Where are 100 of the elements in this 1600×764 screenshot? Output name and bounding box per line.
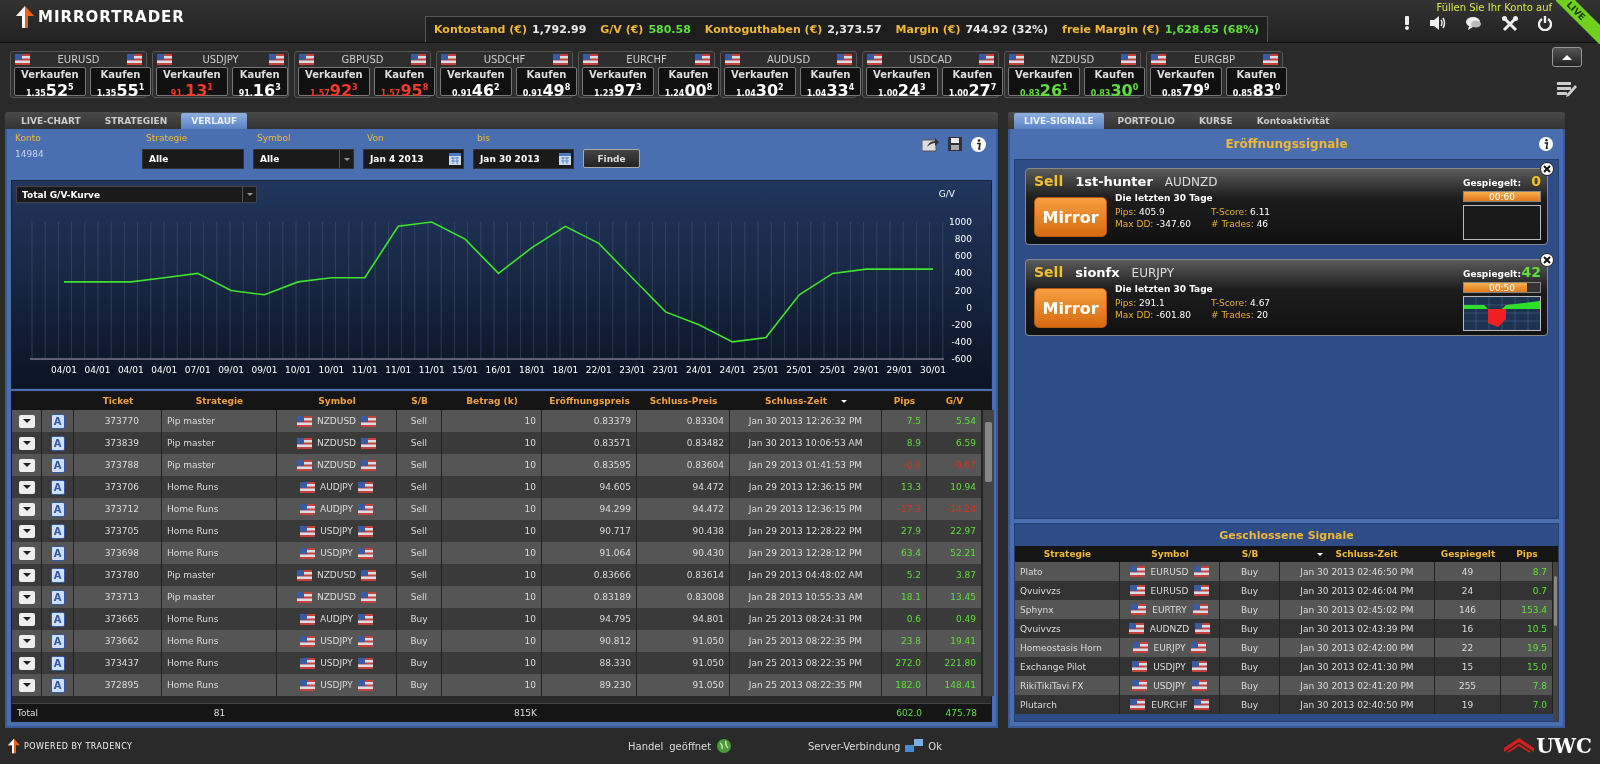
column-header[interactable]: Ticket [74, 396, 162, 407]
notepad-icon[interactable] [1557, 81, 1577, 99]
tab[interactable]: PORTFOLIO [1107, 113, 1185, 130]
sell-button[interactable]: Verkaufen 1.5792$^{3}$ [298, 67, 370, 96]
alert-icon[interactable] [1404, 16, 1410, 30]
column-header[interactable]: G/V [927, 396, 982, 407]
sort-icon[interactable] [1317, 553, 1324, 557]
flag-icon [361, 437, 377, 449]
auto-badge[interactable]: A [50, 435, 65, 451]
sell-button[interactable]: Verkaufen 1.3552$^{5}$ [14, 67, 86, 96]
stat-label: # Trades: [1211, 219, 1254, 230]
column-header[interactable]: Strategie [162, 396, 277, 407]
row-menu-button[interactable] [18, 458, 35, 472]
buy-button[interactable]: Kaufen 1.3555$^{1}$ [89, 67, 152, 96]
from-date-field[interactable]: Jan 4 2013 [363, 149, 464, 170]
row-menu-button[interactable] [18, 414, 35, 428]
sell-button[interactable]: Verkaufen 0.9146$^{2}$ [440, 67, 512, 96]
column-header[interactable]: Symbol [1120, 549, 1220, 560]
auto-badge[interactable]: A [50, 413, 65, 429]
sell-button[interactable]: Verkaufen 1.2397$^{3}$ [582, 67, 654, 96]
auto-badge[interactable]: A [50, 457, 65, 473]
sell-button[interactable]: Verkaufen 0.83 26$^{1}$ [1008, 67, 1080, 96]
sell-button[interactable]: Verkaufen 1.0024$^{3}$ [866, 67, 938, 96]
auto-badge[interactable]: A [50, 677, 65, 693]
buy-button[interactable]: Kaufen 0.8330$^{0}$ [1083, 67, 1146, 96]
row-menu-button[interactable] [18, 590, 35, 604]
flag-icon [357, 679, 373, 691]
row-menu-button[interactable] [18, 502, 35, 516]
sell-button[interactable]: Verkaufen 91.13$^{1}$ [156, 67, 228, 96]
tab[interactable]: KURSE [1189, 113, 1243, 130]
column-header[interactable]: Schluss-Zeit [730, 396, 882, 407]
speaker-icon[interactable] [1430, 16, 1446, 30]
collapse-button[interactable] [1552, 47, 1582, 67]
row-menu-button[interactable] [18, 480, 35, 494]
column-header[interactable]: Strategie [1015, 549, 1120, 560]
auto-badge[interactable]: A [50, 567, 65, 583]
row-menu-button[interactable] [18, 656, 35, 670]
row-menu-button[interactable] [18, 568, 35, 582]
row-menu-button[interactable] [18, 678, 35, 692]
buy-button[interactable]: Kaufen 0.9149$^{8}$ [515, 67, 578, 96]
row-menu-button[interactable] [18, 546, 35, 560]
column-header[interactable]: S/B [397, 396, 442, 407]
sell-button[interactable]: Verkaufen 0.8579$^{9}$ [1150, 67, 1222, 96]
tab[interactable]: Kontoaktivität [1246, 113, 1340, 130]
tab[interactable]: STRATEGIEN [94, 113, 178, 130]
auto-badge[interactable]: A [50, 479, 65, 495]
auto-badge[interactable]: A [50, 545, 65, 561]
auto-badge[interactable]: A [50, 523, 65, 539]
strategy-field[interactable]: Alle [142, 149, 244, 170]
column-header[interactable]: Eröffnungspreis [542, 396, 637, 407]
column-header[interactable]: Symbol [277, 396, 397, 407]
chat-icon[interactable] [1466, 16, 1482, 30]
auto-badge[interactable]: A [50, 589, 65, 605]
tools-icon[interactable] [1502, 16, 1518, 32]
currency-pair: EURCHF [626, 54, 667, 65]
sort-icon[interactable] [841, 400, 848, 404]
power-icon[interactable] [1538, 16, 1552, 31]
auto-badge[interactable]: A [50, 633, 65, 649]
column-header[interactable]: Pips [882, 396, 927, 407]
info-icon[interactable] [1539, 137, 1553, 152]
table-cell: Jan 30 2013 02:40:50 PM [1280, 695, 1435, 715]
scrollbar[interactable] [1553, 562, 1558, 722]
auto-badge[interactable]: A [50, 611, 65, 627]
column-header[interactable]: Pips [1501, 549, 1553, 560]
column-header[interactable]: Gespiegelt [1435, 549, 1501, 560]
buy-button[interactable]: Kaufen 91.16$^{3}$ [231, 67, 288, 96]
info-icon[interactable] [971, 137, 986, 153]
logo-text: MIRRORTRADER [38, 8, 185, 26]
x-tick-label: 25/01 [752, 365, 779, 376]
buy-button[interactable]: Kaufen 1.5795$^{8}$ [373, 67, 436, 96]
topup-link[interactable]: Füllen Sie Ihr Konto auf [1436, 2, 1552, 13]
table-cell: USDJPY [1153, 661, 1186, 672]
buy-button[interactable]: Kaufen 1.0433$^{4}$ [799, 67, 862, 96]
column-header[interactable]: S/B [1220, 549, 1280, 560]
row-menu-button[interactable] [18, 612, 35, 626]
column-header[interactable]: Schluss-Zeit [1280, 549, 1435, 560]
curve-dropdown[interactable]: Total G/V-Kurve [16, 186, 257, 204]
calendar-icon[interactable] [449, 153, 461, 166]
auto-badge[interactable]: A [50, 501, 65, 517]
tab[interactable]: LIVE-CHART [11, 113, 91, 130]
column-header[interactable]: Schluss-Preis [637, 396, 730, 407]
save-icon[interactable] [948, 137, 962, 152]
calendar-icon[interactable] [559, 153, 571, 166]
flag-icon [296, 591, 312, 603]
buy-button[interactable]: Kaufen 0.8583$^{0}$ [1225, 67, 1288, 96]
row-menu-button[interactable] [18, 524, 35, 538]
auto-badge[interactable]: A [50, 655, 65, 671]
to-date-field[interactable]: Jan 30 2013 [473, 149, 574, 170]
sell-button[interactable]: Verkaufen 1.0430$^{2}$ [724, 67, 796, 96]
symbol-dropdown[interactable]: Alle [253, 149, 354, 170]
buy-button[interactable]: Kaufen 1.2400$^{8}$ [657, 67, 720, 96]
buy-button[interactable]: Kaufen 1.0027$^{7}$ [941, 67, 1004, 96]
column-header[interactable]: Betrag (k) [442, 396, 542, 407]
export-icon[interactable] [922, 137, 939, 153]
find-button[interactable]: Finde [583, 149, 640, 169]
scrollbar[interactable] [982, 410, 994, 697]
row-menu-button[interactable] [18, 634, 35, 648]
table-cell: EURJPY [1153, 642, 1186, 653]
row-menu-button[interactable] [18, 436, 35, 450]
currency-pair: AUDNZD [1164, 175, 1218, 190]
